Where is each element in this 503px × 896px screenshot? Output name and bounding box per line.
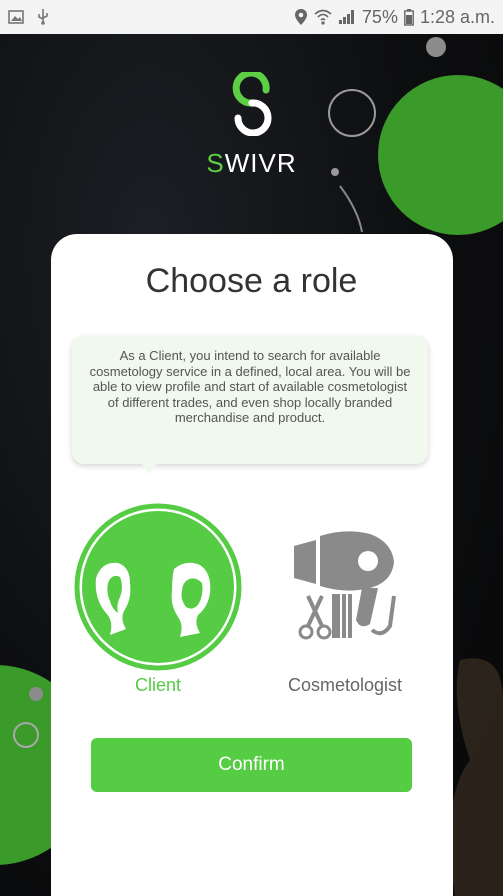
brand-name-rest: WIVR <box>224 148 297 178</box>
description-pointer <box>140 462 158 474</box>
signal-icon <box>338 9 356 25</box>
confirm-button[interactable]: Confirm <box>91 738 412 792</box>
usb-icon <box>36 9 50 25</box>
comb-icon <box>332 594 352 638</box>
battery-icon <box>404 8 414 26</box>
wifi-icon <box>314 9 332 25</box>
image-icon <box>8 10 24 24</box>
client-role-option[interactable] <box>74 503 242 671</box>
client-label[interactable]: Client <box>68 675 248 696</box>
battery-percentage: 75% <box>361 6 398 27</box>
cosmetologist-label[interactable]: Cosmetologist <box>255 675 435 696</box>
status-bar: 75% 1:28 a.m. <box>0 0 503 34</box>
brand-name: SWIVR <box>0 148 503 179</box>
client-icon <box>74 503 242 671</box>
brand-logo <box>0 69 503 141</box>
hair-dryer-icon <box>294 531 396 640</box>
swivr-logo-icon <box>232 69 271 137</box>
location-icon <box>294 8 308 26</box>
role-description: As a Client, you intend to search for av… <box>72 336 428 464</box>
clock: 1:28 a.m. <box>419 6 495 27</box>
brand-name-first: S <box>206 148 225 178</box>
scissors-icon <box>298 595 332 640</box>
cosmetologist-role-option[interactable] <box>286 530 402 648</box>
page-title: Choose a role <box>145 262 358 300</box>
